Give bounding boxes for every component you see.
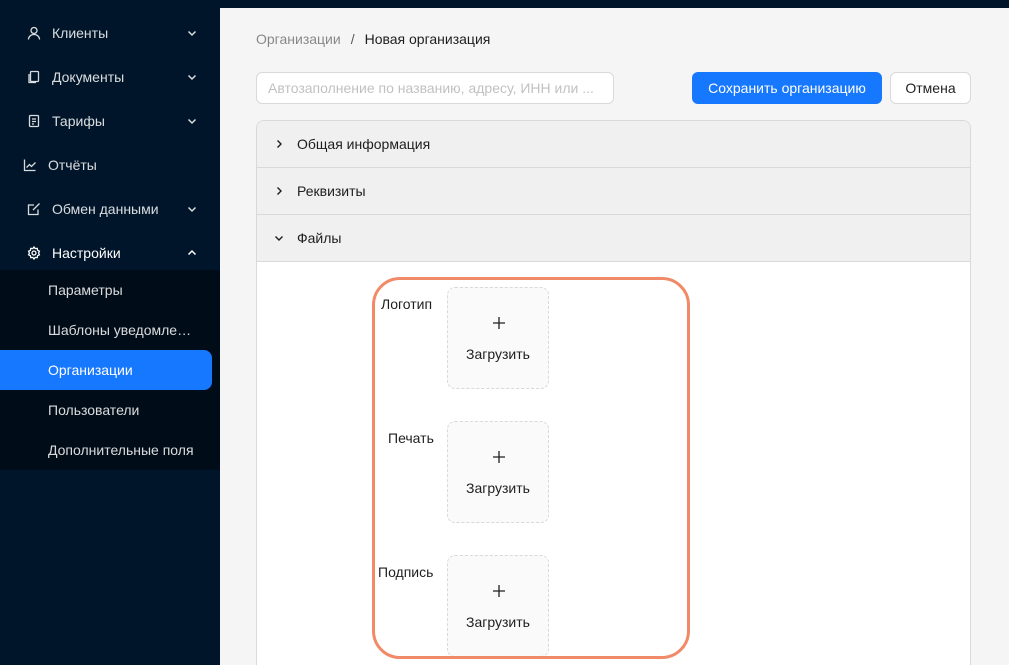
panel-header-files[interactable]: Файлы bbox=[257, 215, 970, 262]
save-organization-button[interactable]: Сохранить организацию bbox=[692, 72, 882, 104]
chevron-right-icon bbox=[273, 138, 285, 150]
sidebar-item-reports[interactable]: Отчёты bbox=[0, 145, 220, 185]
chevron-down-icon bbox=[273, 232, 285, 244]
edit-icon bbox=[26, 201, 42, 217]
sidebar-item-clients[interactable]: Клиенты bbox=[0, 13, 220, 53]
submenu-item-label: Шаблоны уведомлений bbox=[48, 322, 198, 338]
main-content: Организации / Новая организация Сохранит… bbox=[220, 8, 1009, 665]
chart-icon bbox=[22, 157, 38, 173]
cancel-button[interactable]: Отмена bbox=[890, 72, 971, 104]
chevron-down-icon bbox=[186, 203, 198, 215]
submenu-item-label: Дополнительные поля bbox=[48, 442, 194, 458]
sidebar-item-label: Тарифы bbox=[52, 113, 105, 129]
chevron-down-icon bbox=[186, 71, 198, 83]
panel-header-label: Файлы bbox=[297, 230, 342, 246]
chevron-up-icon bbox=[186, 247, 198, 259]
panel-header-label: Общая информация bbox=[297, 136, 431, 152]
breadcrumb-separator: / bbox=[350, 31, 355, 47]
plus-icon bbox=[492, 450, 506, 464]
logo-upload-button[interactable]: Загрузить bbox=[447, 287, 549, 389]
submenu-item-label: Пользователи bbox=[48, 402, 140, 418]
panel-header-requisites[interactable]: Реквизиты bbox=[257, 168, 970, 215]
logo-label: Логотип bbox=[381, 296, 433, 312]
submenu-item-additional-fields[interactable]: Дополнительные поля bbox=[0, 430, 220, 470]
signature-upload-button[interactable]: Загрузить bbox=[447, 555, 549, 657]
sidebar-item-label: Настройки bbox=[52, 245, 121, 261]
stamp-label: Печать bbox=[388, 430, 434, 446]
tariff-icon bbox=[26, 113, 42, 129]
signature-label: Подпись bbox=[378, 564, 434, 580]
sidebar-item-label: Обмен данными bbox=[52, 201, 159, 217]
sidebar-item-tariffs[interactable]: Тарифы bbox=[0, 101, 220, 141]
submenu-item-label: Организации bbox=[48, 362, 133, 378]
submenu-item-parameters[interactable]: Параметры bbox=[0, 270, 220, 310]
breadcrumb: Организации / Новая организация bbox=[256, 31, 490, 47]
sidebar-item-label: Отчёты bbox=[48, 157, 97, 173]
submenu-item-label: Параметры bbox=[48, 282, 123, 298]
sidebar-item-label: Документы bbox=[52, 69, 125, 85]
breadcrumb-current: Новая организация bbox=[364, 31, 491, 47]
organization-collapse: Общая информация Реквизиты Файлы Логотип… bbox=[256, 120, 971, 665]
upload-label: Загрузить bbox=[466, 346, 530, 362]
panel-header-general-info[interactable]: Общая информация bbox=[257, 121, 970, 168]
plus-icon bbox=[492, 316, 506, 330]
plus-icon bbox=[492, 584, 506, 598]
sidebar-item-label: Клиенты bbox=[52, 25, 109, 41]
stamp-upload-button[interactable]: Загрузить bbox=[447, 421, 549, 523]
user-icon bbox=[26, 25, 42, 41]
chevron-right-icon bbox=[273, 185, 285, 197]
settings-submenu: Параметры Шаблоны уведомлений Организаци… bbox=[0, 270, 220, 470]
files-panel-body: Логотип Загрузить Печать Загрузить Подпи… bbox=[257, 263, 970, 665]
submenu-item-notification-templates[interactable]: Шаблоны уведомлений bbox=[0, 310, 220, 350]
submenu-item-organizations[interactable]: Организации bbox=[0, 350, 212, 390]
gear-icon bbox=[26, 245, 42, 261]
submenu-item-users[interactable]: Пользователи bbox=[0, 390, 220, 430]
breadcrumb-link-organizations[interactable]: Организации bbox=[256, 31, 341, 47]
document-icon bbox=[26, 69, 42, 85]
autofill-search-input[interactable] bbox=[256, 72, 614, 104]
upload-label: Загрузить bbox=[466, 614, 530, 630]
upload-label: Загрузить bbox=[466, 480, 530, 496]
chevron-down-icon bbox=[186, 27, 198, 39]
sidebar-item-documents[interactable]: Документы bbox=[0, 57, 220, 97]
sidebar-item-settings[interactable]: Настройки bbox=[0, 233, 220, 273]
sidebar-item-data-exchange[interactable]: Обмен данными bbox=[0, 189, 220, 229]
panel-header-label: Реквизиты bbox=[297, 183, 366, 199]
sidebar: Клиенты Документы Тарифы Отчёты Обмен да… bbox=[0, 0, 220, 665]
chevron-down-icon bbox=[186, 115, 198, 127]
